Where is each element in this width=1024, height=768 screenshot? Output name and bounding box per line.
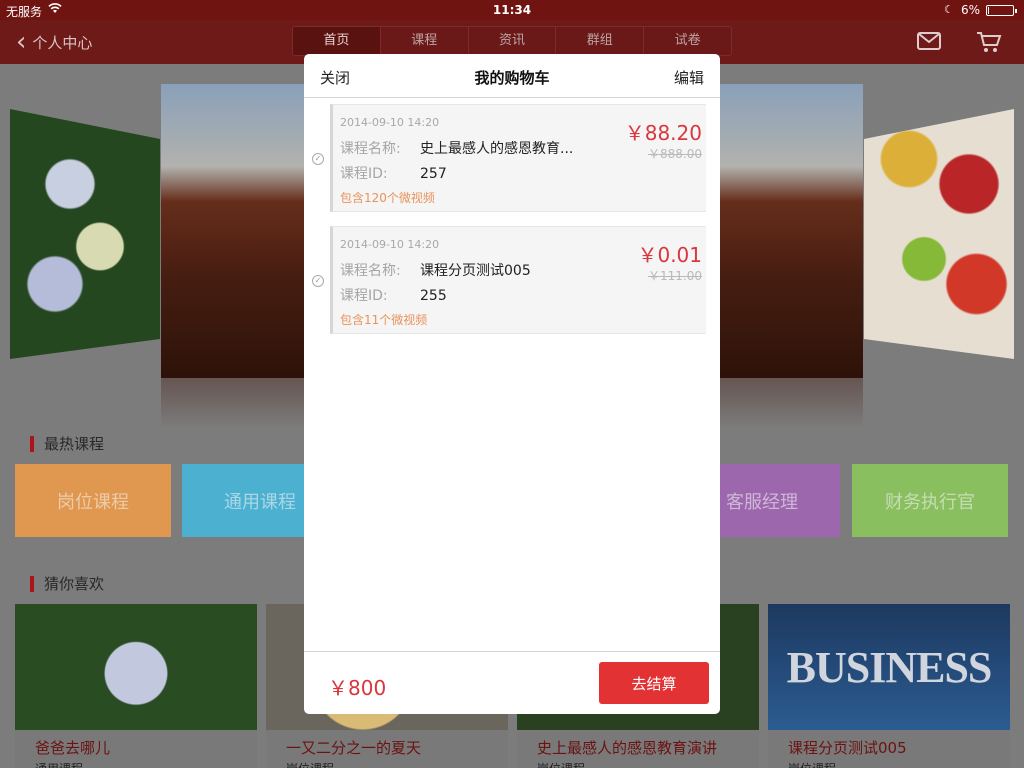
- item-price: ￥0.01: [637, 243, 702, 267]
- battery-icon: [986, 5, 1017, 16]
- cart-item[interactable]: ✓ 2014-09-10 14:20 课程名称: 史上最感人的感恩教育... 课程…: [304, 104, 720, 212]
- tab-4[interactable]: 试卷: [644, 27, 731, 55]
- cart-item-card[interactable]: 2014-09-10 14:20 课程名称: 史上最感人的感恩教育... 课程ID…: [330, 104, 706, 212]
- item-id-label: 课程ID:: [340, 166, 388, 182]
- cart-item-card[interactable]: 2014-09-10 14:20 课程名称: 课程分页测试005 课程ID: 255…: [330, 226, 706, 334]
- cart-header: 关闭 我的购物车 编辑: [304, 54, 720, 98]
- item-name: 课程分页测试005: [420, 263, 531, 279]
- item-original-price: ￥111.00: [648, 269, 702, 283]
- item-id-row: 课程ID: 255: [340, 285, 447, 305]
- back-button[interactable]: ‹ 个人中心: [16, 27, 93, 57]
- checkbox-icon[interactable]: ✓: [312, 275, 324, 287]
- item-name-row: 课程名称: 史上最感人的感恩教育...: [340, 138, 573, 158]
- status-bar: 无服务 11:34 ☾ 6%: [0, 0, 1024, 20]
- item-name-row: 课程名称: 课程分页测试005: [340, 260, 531, 280]
- chevron-left-icon: ‹: [16, 27, 27, 57]
- item-id-row: 课程ID: 257: [340, 163, 447, 183]
- cart-item[interactable]: ✓ 2014-09-10 14:20 课程名称: 课程分页测试005 课程ID: 2…: [304, 226, 720, 334]
- item-date: 2014-09-10 14:20: [340, 116, 440, 129]
- cart-footer: ￥800 去结算: [304, 651, 720, 714]
- item-name-label: 课程名称:: [340, 263, 401, 279]
- cart-total: ￥800: [328, 676, 387, 700]
- checkout-button[interactable]: 去结算: [599, 662, 709, 704]
- checkbox-icon[interactable]: ✓: [312, 153, 324, 165]
- item-video-count: 包含11个微视频: [340, 313, 428, 327]
- item-id-label: 课程ID:: [340, 288, 388, 304]
- cart-modal: 关闭 我的购物车 编辑 ✓ 2014-09-10 14:20 课程名称: 史上最感…: [304, 54, 720, 714]
- item-name: 史上最感人的感恩教育...: [420, 141, 574, 157]
- item-video-count: 包含120个微视频: [340, 191, 435, 205]
- cart-title: 我的购物车: [474, 69, 550, 87]
- edit-button[interactable]: 编辑: [674, 67, 704, 88]
- back-label: 个人中心: [32, 33, 93, 52]
- item-id: 255: [420, 288, 447, 304]
- item-original-price: ￥888.00: [648, 147, 702, 161]
- tab-2[interactable]: 资讯: [468, 27, 557, 55]
- tab-3[interactable]: 群组: [556, 27, 645, 55]
- battery-percent: 6%: [961, 3, 981, 17]
- item-date: 2014-09-10 14:20: [340, 238, 440, 251]
- cart-icon[interactable]: [976, 31, 1002, 52]
- tab-1[interactable]: 课程: [380, 27, 469, 55]
- tab-0[interactable]: 首页: [293, 27, 381, 55]
- item-name-label: 课程名称:: [340, 141, 401, 157]
- moon-icon: ☾: [944, 3, 954, 16]
- mail-icon[interactable]: [917, 31, 941, 51]
- clock: 11:34: [492, 3, 532, 17]
- main-tabs: 首页 课程 资讯 群组 试卷: [292, 26, 732, 56]
- item-id: 257: [420, 166, 447, 182]
- item-price: ￥88.20: [624, 121, 702, 145]
